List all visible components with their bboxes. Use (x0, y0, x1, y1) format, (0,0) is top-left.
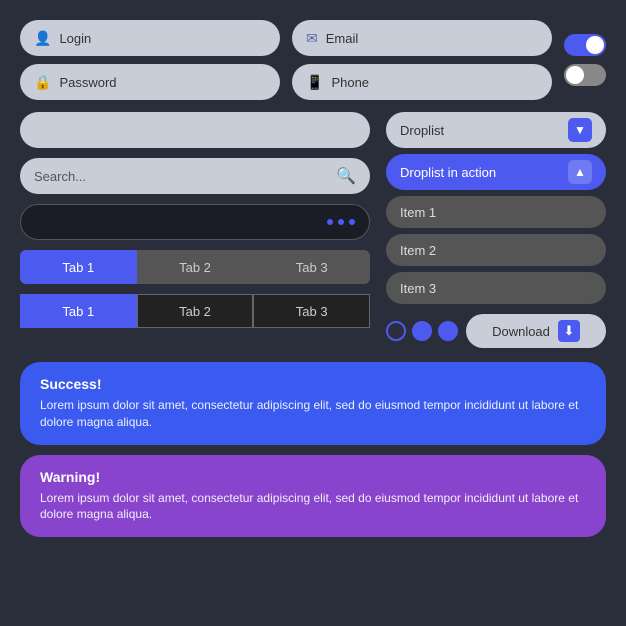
search-placeholder: Search... (34, 169, 86, 184)
toggle-1[interactable] (564, 34, 606, 56)
phone-icon: 📱 (306, 74, 323, 91)
tab-3-row1[interactable]: Tab 3 (253, 250, 370, 284)
tab-1-row1[interactable]: Tab 1 (20, 250, 137, 284)
login-label: Login (59, 31, 91, 46)
warning-title: Warning! (40, 469, 586, 485)
phone-label: Phone (331, 75, 369, 90)
radio-3[interactable] (438, 321, 458, 341)
droplist-active-label: Droplist in action (400, 165, 496, 180)
toggles-col (564, 34, 606, 86)
tabs-row-2: Tab 1 Tab 2 Tab 3 (20, 294, 370, 328)
tab-2-row1[interactable]: Tab 2 (137, 250, 254, 284)
lock-icon: 🔒 (34, 74, 51, 91)
main-section: Search... 🔍 Tab 1 Tab 2 Tab 3 Tab 1 Tab … (20, 112, 606, 348)
user-icon: 👤 (34, 30, 51, 47)
dot-1 (327, 219, 333, 225)
download-icon: ⬇ (558, 320, 580, 342)
download-row: Download ⬇ (386, 314, 606, 348)
droplist-item-2[interactable]: Item 2 (386, 234, 606, 266)
password-label: Password (59, 75, 116, 90)
dots-bar[interactable] (20, 204, 370, 240)
warning-text: Lorem ipsum dolor sit amet, consectetur … (40, 490, 586, 524)
search-bar[interactable]: Search... 🔍 (20, 158, 370, 194)
success-title: Success! (40, 376, 586, 392)
toggle-2[interactable] (564, 64, 606, 86)
phone-field[interactable]: 📱 Phone (292, 64, 552, 100)
chevron-up-icon: ▲ (568, 160, 592, 184)
toggle-1-knob (586, 36, 604, 54)
chevron-down-icon: ▼ (568, 118, 592, 142)
download-label: Download (492, 324, 550, 339)
dots-group (327, 219, 355, 225)
tab-2-row2[interactable]: Tab 2 (137, 294, 254, 328)
left-panel: Search... 🔍 Tab 1 Tab 2 Tab 3 Tab 1 Tab … (20, 112, 370, 348)
success-text: Lorem ipsum dolor sit amet, consectetur … (40, 397, 586, 431)
email-field[interactable]: ✉ Email (292, 20, 552, 56)
droplist-item-3[interactable]: Item 3 (386, 272, 606, 304)
radio-2[interactable] (412, 321, 432, 341)
download-button[interactable]: Download ⬇ (466, 314, 606, 348)
tabs-row-1: Tab 1 Tab 2 Tab 3 (20, 250, 370, 284)
search-icon: 🔍 (336, 166, 356, 186)
dot-3 (349, 219, 355, 225)
radio-1[interactable] (386, 321, 406, 341)
warning-alert: Warning! Lorem ipsum dolor sit amet, con… (20, 455, 606, 538)
right-form-col: ✉ Email 📱 Phone (292, 20, 552, 100)
radio-group (386, 321, 458, 341)
left-form-col: 👤 Login 🔒 Password (20, 20, 280, 100)
droplist-item-1[interactable]: Item 1 (386, 196, 606, 228)
tab-3-row2[interactable]: Tab 3 (253, 294, 370, 328)
form-section: 👤 Login 🔒 Password ✉ Email 📱 Phone (20, 20, 606, 100)
alert-section: Success! Lorem ipsum dolor sit amet, con… (20, 362, 606, 537)
right-panel: Droplist ▼ Droplist in action ▲ Item 1 I… (386, 112, 606, 348)
droplist-button[interactable]: Droplist ▼ (386, 112, 606, 148)
password-field[interactable]: 🔒 Password (20, 64, 280, 100)
success-alert: Success! Lorem ipsum dolor sit amet, con… (20, 362, 606, 445)
droplist-active[interactable]: Droplist in action ▲ (386, 154, 606, 190)
droplist-label: Droplist (400, 123, 444, 138)
email-icon: ✉ (306, 30, 318, 47)
toggle-2-knob (566, 66, 584, 84)
tab-1-row2[interactable]: Tab 1 (20, 294, 137, 328)
text-bar[interactable] (20, 112, 370, 148)
login-field[interactable]: 👤 Login (20, 20, 280, 56)
dot-2 (338, 219, 344, 225)
email-label: Email (326, 31, 359, 46)
